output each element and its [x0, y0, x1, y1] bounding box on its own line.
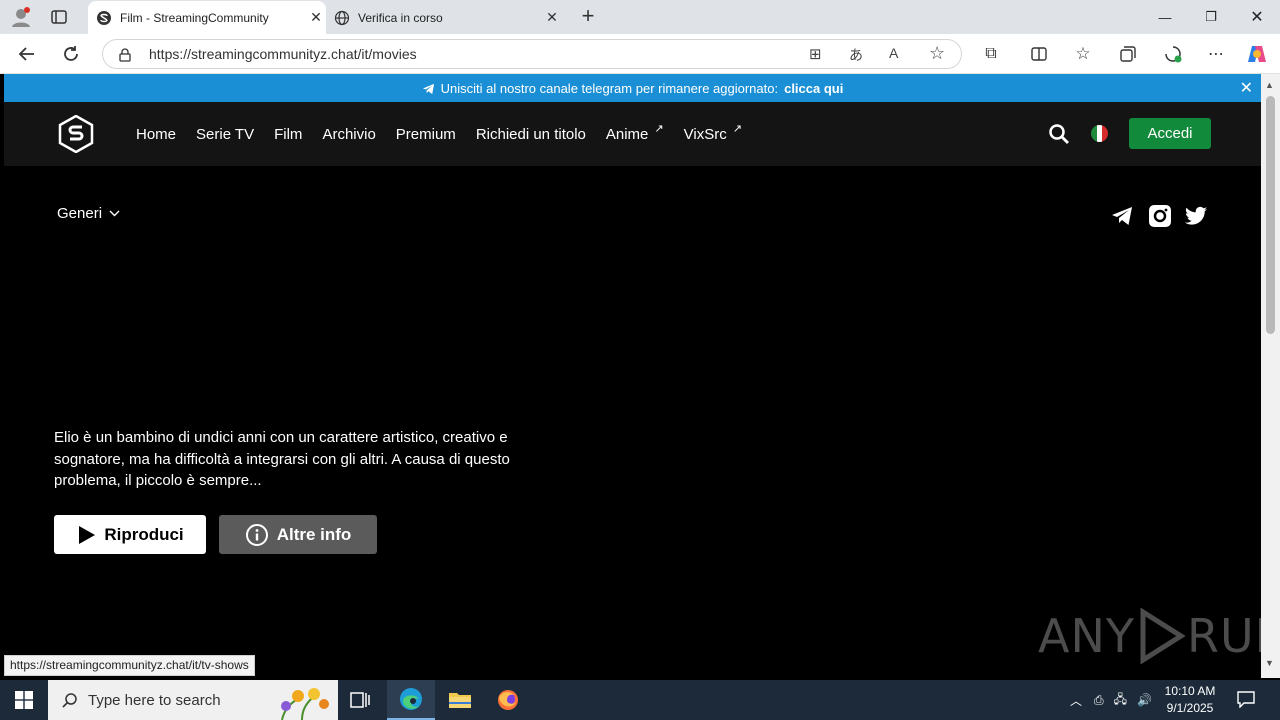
anyrun-watermark: ANY RUN: [1038, 608, 1261, 664]
profile-icon[interactable]: [10, 6, 32, 28]
external-link-icon: ↗: [654, 122, 664, 135]
nav-vixsrc[interactable]: VixSrc ↗: [684, 123, 742, 143]
site-header: Home Serie TV Film Archivio Premium Rich…: [4, 102, 1261, 166]
main-nav: Home Serie TV Film Archivio Premium Rich…: [136, 102, 762, 166]
browser-tab-bar: Film - StreamingCommunity ✕ Verifica in …: [0, 0, 1280, 34]
taskbar-search[interactable]: Type here to search: [48, 680, 338, 720]
new-tab-button[interactable]: +: [576, 3, 600, 31]
tab-title: Film - StreamingCommunity: [120, 10, 269, 25]
telegram-social-icon[interactable]: [1110, 204, 1134, 228]
search-icon[interactable]: [1047, 122, 1071, 146]
tab-title: Verifica in corso: [358, 10, 443, 25]
split-screen-icon[interactable]: [1027, 42, 1051, 66]
italian-flag-icon[interactable]: [1091, 125, 1108, 142]
nav-archivio[interactable]: Archivio: [322, 126, 375, 143]
translate-icon[interactable]: あ: [849, 45, 863, 65]
back-icon[interactable]: [12, 40, 42, 68]
read-aloud-icon[interactable]: A: [889, 45, 898, 61]
scroll-up-icon[interactable]: ▲: [1265, 80, 1274, 90]
favorite-star-icon[interactable]: ☆: [929, 43, 945, 64]
app-available-icon[interactable]: ⊞: [809, 45, 822, 63]
show-hidden-icons[interactable]: ︿: [1070, 692, 1082, 709]
system-clock[interactable]: 10:10 AM 9/1/2025: [1160, 683, 1220, 717]
page-scrollbar[interactable]: ▲ ▼: [1261, 74, 1280, 678]
nav-richiedi[interactable]: Richiedi un titolo: [476, 126, 586, 143]
nav-home[interactable]: Home: [136, 126, 176, 143]
external-link-icon: ↗: [732, 122, 742, 135]
play-icon: [79, 525, 96, 544]
genres-label: Generi: [57, 205, 103, 222]
telegram-banner: Unisciti al nostro canale telegram per r…: [4, 74, 1261, 102]
network-icon[interactable]: 🖧: [1114, 690, 1127, 711]
minimize-icon[interactable]: —: [1142, 0, 1188, 34]
tab-verifica[interactable]: Verifica in corso ✕: [330, 1, 562, 34]
instagram-icon[interactable]: [1148, 204, 1172, 228]
clock-time: 10:10 AM: [1164, 684, 1216, 698]
chevron-down-icon: [109, 210, 120, 217]
close-tab-icon[interactable]: ✕: [306, 9, 326, 26]
volume-icon[interactable]: 🔊: [1137, 693, 1152, 707]
play-triangle-icon: [1140, 608, 1186, 664]
nav-premium[interactable]: Premium: [396, 126, 456, 143]
scroll-down-icon[interactable]: ▼: [1265, 658, 1274, 668]
site-info-icon[interactable]: [117, 47, 133, 63]
url-text: https://streamingcommunityz.chat/it/movi…: [149, 46, 417, 62]
close-tab-icon[interactable]: ✕: [542, 9, 562, 26]
device-icon[interactable]: ⎙: [1094, 693, 1104, 708]
nav-film[interactable]: Film: [274, 126, 302, 143]
notifications-icon[interactable]: [1236, 690, 1258, 710]
webpage: Unisciti al nostro canale telegram per r…: [4, 74, 1261, 678]
scrollbar-thumb[interactable]: [1266, 96, 1275, 334]
telegram-icon: [422, 83, 434, 94]
hero-description: Elio è un bambino di undici anni con un …: [54, 429, 510, 489]
file-explorer-icon[interactable]: [436, 680, 484, 720]
banner-link[interactable]: clicca qui: [784, 81, 843, 96]
globe-icon: [334, 10, 350, 25]
system-tray: ︿ ⎙ 🖧 🔊: [1070, 680, 1152, 720]
windows-start-icon[interactable]: [0, 680, 48, 720]
firefox-icon[interactable]: [484, 680, 532, 720]
search-icon: [62, 693, 77, 708]
taskbar-search-placeholder: Type here to search: [88, 691, 221, 709]
favorites-icon[interactable]: ☆: [1071, 42, 1095, 66]
close-window-icon[interactable]: ✕: [1234, 0, 1280, 34]
tab-film[interactable]: Film - StreamingCommunity ✕: [88, 1, 326, 34]
extensions-icon[interactable]: ⧉: [979, 42, 1003, 66]
play-button[interactable]: Riproduci: [54, 515, 206, 554]
more-info-button[interactable]: Altre info: [219, 515, 377, 554]
collections-icon[interactable]: [1116, 42, 1140, 66]
banner-text: Unisciti al nostro canale telegram per r…: [440, 80, 779, 96]
restore-icon[interactable]: ❐: [1188, 0, 1234, 34]
windows-taskbar: Type here to search ︿ ⎙ 🖧 🔊 10:10 AM 9/1…: [0, 680, 1280, 720]
info-icon: [245, 523, 268, 546]
login-button[interactable]: Accedi: [1129, 118, 1211, 149]
address-toolbar: https://streamingcommunityz.chat/it/movi…: [0, 34, 1280, 74]
nav-serie-tv[interactable]: Serie TV: [196, 126, 254, 143]
browser-essentials-icon[interactable]: [1161, 42, 1185, 66]
edge-taskbar-icon[interactable]: [387, 680, 435, 720]
address-bar[interactable]: https://streamingcommunityz.chat/it/movi…: [102, 39, 962, 69]
more-menu-icon[interactable]: ⋯: [1204, 42, 1228, 66]
twitter-icon[interactable]: [1184, 204, 1208, 228]
clock-date: 9/1/2025: [1166, 701, 1214, 715]
tab-actions-icon[interactable]: [50, 8, 70, 26]
tab-favicon-icon: [97, 10, 111, 25]
copilot-icon[interactable]: [1245, 42, 1269, 66]
reload-icon[interactable]: [56, 40, 86, 68]
info-label: Altre info: [276, 524, 352, 544]
site-logo-icon[interactable]: [58, 115, 94, 153]
flowers-icon: [281, 688, 329, 720]
status-link-preview: https://streamingcommunityz.chat/it/tv-s…: [4, 655, 255, 676]
nav-anime[interactable]: Anime ↗: [606, 123, 664, 143]
genres-dropdown[interactable]: Generi: [57, 205, 120, 222]
task-view-icon[interactable]: [336, 680, 384, 720]
play-label: Riproduci: [104, 524, 184, 544]
banner-close-icon[interactable]: ✕: [1240, 78, 1253, 98]
